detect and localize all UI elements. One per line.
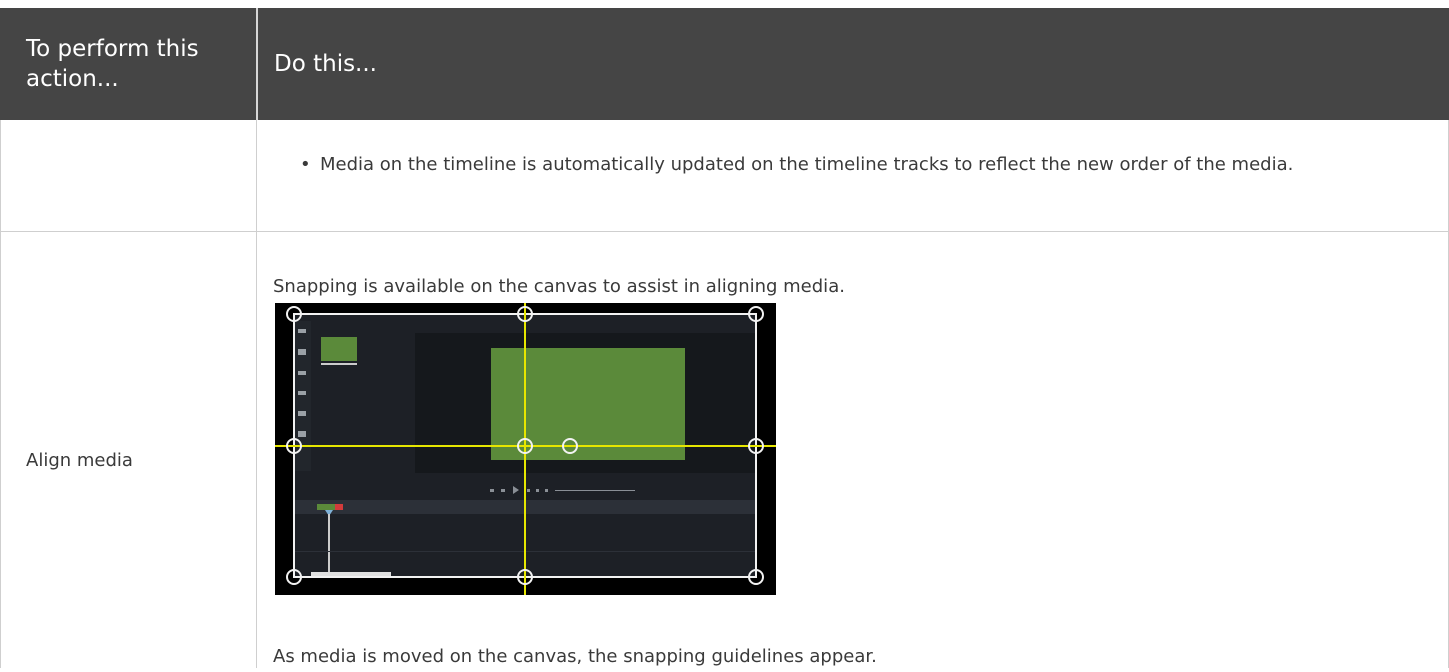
media-clip xyxy=(491,348,685,460)
tool-icon xyxy=(298,431,306,437)
column-divider xyxy=(256,120,257,232)
playhead-end xyxy=(335,504,343,510)
tool-sidebar xyxy=(293,321,311,471)
bullet-text: Media on the timeline is automatically u… xyxy=(320,154,1294,175)
tool-icon xyxy=(298,411,306,416)
playhead-line xyxy=(328,514,330,574)
thumbnail-label xyxy=(321,363,357,365)
header-action-label: To perform this action... xyxy=(26,36,199,92)
action-table: To perform this action... Do this... • M… xyxy=(0,0,1449,668)
snapping-screenshot xyxy=(275,303,776,595)
tool-icon xyxy=(298,391,306,395)
instruction-intro: Snapping is available on the canvas to a… xyxy=(273,276,845,297)
tool-icon xyxy=(298,371,306,375)
column-divider xyxy=(256,232,257,668)
header-action-column: To perform this action... xyxy=(0,8,256,120)
media-thumbnail xyxy=(321,337,357,361)
bullet-icon: • xyxy=(300,154,311,175)
action-label: Align media xyxy=(26,450,133,471)
tool-icon xyxy=(298,349,306,355)
header-instructions-column: Do this... xyxy=(258,8,1449,120)
table-header: To perform this action... Do this... xyxy=(0,8,1449,120)
list-item: • Media on the timeline is automatically… xyxy=(300,150,1380,180)
tool-icon xyxy=(298,329,306,333)
timeline-scrollbar xyxy=(311,572,391,576)
header-instructions-label: Do this... xyxy=(274,51,377,77)
